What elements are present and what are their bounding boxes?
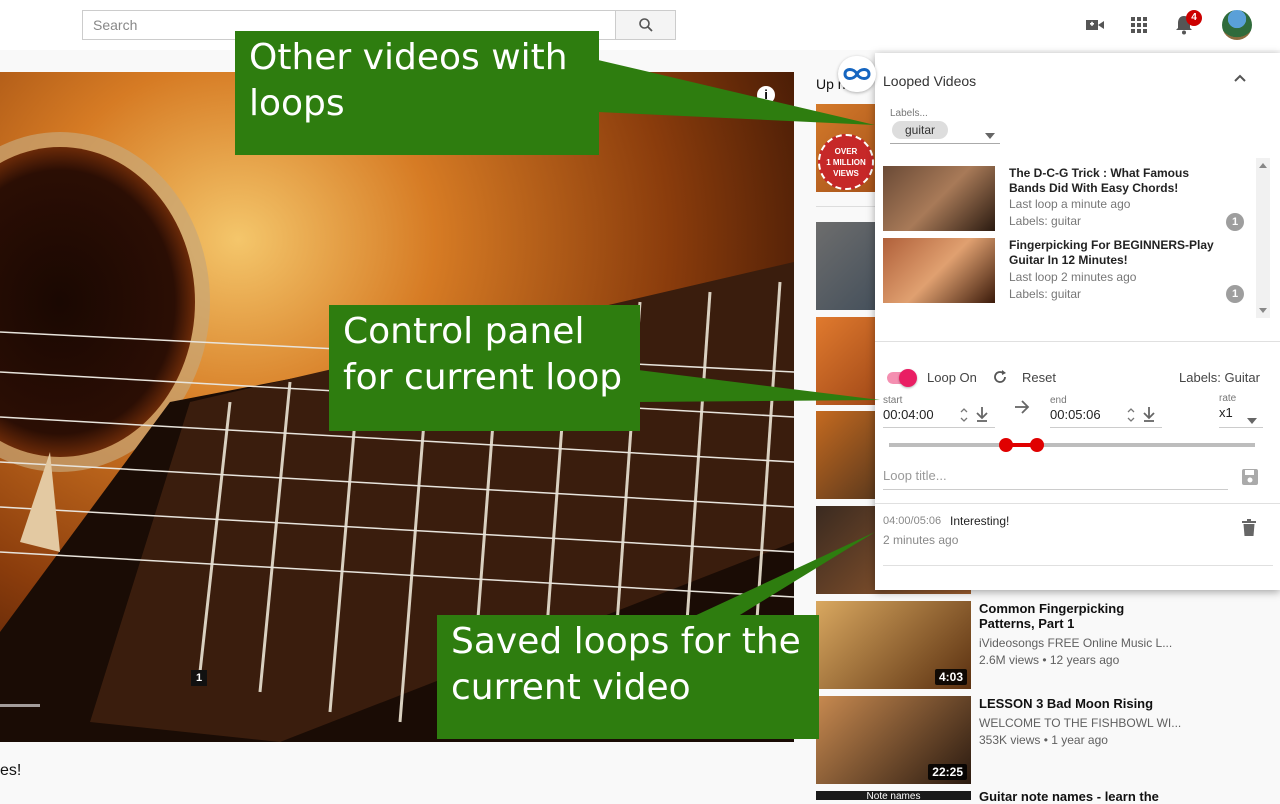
section-divider — [875, 503, 1280, 504]
callout-control-panel: Control panel for current loop — [329, 305, 640, 431]
delete-trash-icon[interactable] — [1242, 519, 1256, 542]
save-icon[interactable] — [1241, 468, 1259, 491]
related-title[interactable]: Guitar note names - learn the — [979, 789, 1169, 804]
loop-count-badge: 1 — [1226, 213, 1244, 231]
apps-grid-icon[interactable] — [1126, 12, 1152, 38]
looped-video-thumbnail[interactable] — [883, 238, 995, 303]
related-thumbnail-7[interactable]: 22:25 — [816, 696, 971, 784]
related-thumbnail-8[interactable]: Note names — [816, 791, 971, 800]
one-million-views-badge: OVER 1 MILLION VIEWS — [818, 134, 874, 190]
reset-icon[interactable] — [991, 368, 1009, 391]
looped-videos-panel: Looped Videos Labels... guitar The D-C-G… — [875, 53, 1280, 590]
start-caption: start — [883, 395, 903, 406]
looped-video-labels: Labels: guitar — [1009, 214, 1082, 228]
callout-saved-loops: Saved loops for the current video — [437, 615, 819, 739]
badge-million-text: 1 MILLION — [826, 158, 866, 167]
related-meta: 353K views • 1 year ago — [979, 733, 1108, 747]
list-scrollbar[interactable] — [1256, 158, 1270, 318]
looped-video-labels: Labels: guitar — [1009, 287, 1082, 301]
related-title[interactable]: Common Fingerpicking Patterns, Part 1 — [979, 601, 1169, 631]
player-info-icon[interactable]: i — [757, 86, 775, 104]
notification-count-badge: 4 — [1186, 10, 1202, 26]
looped-videos-list[interactable]: The D-C-G Trick : What Famous Bands Did … — [875, 158, 1270, 318]
callout-other-videos: Other videos with loops — [235, 31, 599, 155]
labels-caption: Labels... — [890, 108, 928, 119]
looped-video-thumbnail[interactable] — [883, 166, 995, 231]
arrow-right-icon — [1014, 400, 1030, 419]
label-chip[interactable]: guitar — [892, 121, 948, 139]
looped-video-last-loop: Last loop 2 minutes ago — [1009, 270, 1137, 284]
create-video-icon[interactable] — [1082, 12, 1108, 38]
related-thumbnail-6[interactable]: 4:03 — [816, 601, 971, 689]
badge-over-text: OVER — [834, 147, 858, 156]
end-caption: end — [1050, 395, 1067, 406]
search-icon — [638, 18, 653, 32]
loop-toggle[interactable] — [887, 369, 917, 387]
saved-loop-time: 2 minutes ago — [883, 533, 959, 547]
end-time-input[interactable]: 00:05:06 — [1050, 407, 1101, 422]
duration-badge: 4:03 — [934, 669, 967, 685]
looped-video-title[interactable]: Fingerpicking For BEGINNERS-Play Guitar … — [1009, 238, 1219, 268]
set-start-download-icon[interactable] — [975, 406, 989, 427]
looped-video-last-loop: Last loop a minute ago — [1009, 197, 1131, 211]
labels-underline — [890, 143, 1000, 144]
thumbnail-text: Note names — [866, 791, 921, 800]
player-counter-badge: 1 — [191, 670, 207, 686]
search-button[interactable] — [615, 10, 676, 40]
range-end-handle[interactable] — [1030, 438, 1044, 452]
related-title[interactable]: LESSON 3 Bad Moon Rising — [979, 696, 1169, 711]
start-underline — [883, 427, 995, 428]
loop-on-label: Loop On — [927, 370, 977, 385]
panel-title: Looped Videos — [883, 73, 977, 89]
looped-video-title[interactable]: The D-C-G Trick : What Famous Bands Did … — [1009, 166, 1219, 196]
start-time-input[interactable]: 00:04:00 — [883, 407, 934, 422]
duration-badge: 22:25 — [928, 764, 967, 780]
end-underline — [1050, 427, 1162, 428]
section-divider — [875, 341, 1280, 342]
range-start-handle[interactable] — [999, 438, 1013, 452]
saved-loop-divider — [883, 565, 1273, 566]
collapse-chevron-icon[interactable] — [1233, 71, 1247, 90]
related-channel[interactable]: WELCOME TO THE FISHBOWL WI... — [979, 716, 1181, 730]
rate-underline — [1219, 427, 1263, 428]
labels-dropdown-icon[interactable] — [985, 126, 995, 144]
avatar[interactable] — [1222, 10, 1252, 40]
loop-labels: Labels: Guitar — [1179, 370, 1260, 385]
set-end-download-icon[interactable] — [1142, 406, 1156, 427]
saved-loop-title[interactable]: Interesting! — [950, 514, 1009, 528]
rate-select[interactable]: x1 — [1219, 405, 1233, 420]
looper-extension-infinity-icon[interactable] — [838, 56, 876, 92]
rate-caption: rate — [1219, 393, 1237, 404]
loop-range-slider[interactable] — [889, 438, 1255, 452]
loop-title-input[interactable]: Loop title... — [883, 468, 1228, 490]
related-channel[interactable]: iVideosongs FREE Online Music L... — [979, 636, 1172, 650]
saved-loop-range[interactable]: 04:00/05:06 — [883, 515, 941, 527]
reset-button[interactable]: Reset — [1022, 370, 1056, 385]
loop-count-badge: 1 — [1226, 285, 1244, 303]
video-title-fragment: es! — [0, 762, 22, 779]
badge-views-text: VIEWS — [833, 169, 859, 178]
loop-toggle-knob — [899, 369, 917, 387]
related-meta: 2.6M views • 12 years ago — [979, 653, 1120, 667]
